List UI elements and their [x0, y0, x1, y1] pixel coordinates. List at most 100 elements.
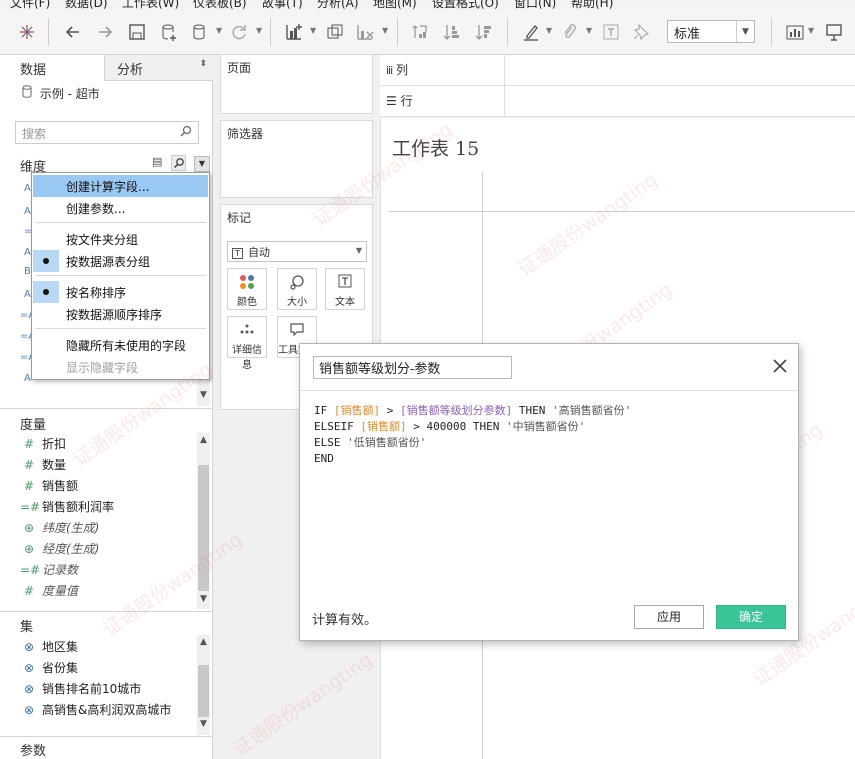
size-button[interactable]: 大小 — [277, 268, 317, 310]
measure-field[interactable]: # 数量 — [24, 456, 194, 476]
measures-scrollbar[interactable]: ▲ ▼ — [197, 433, 210, 609]
pages-card[interactable]: 页面 — [220, 54, 373, 114]
new-worksheet-caret-icon[interactable]: ▼ — [310, 26, 316, 35]
filters-card[interactable]: 筛选器 — [220, 120, 373, 198]
redo-icon[interactable] — [92, 19, 118, 45]
highlight-icon[interactable] — [518, 19, 544, 45]
group-caret-icon[interactable]: ▼ — [586, 26, 592, 35]
menu-item-group-by-folder[interactable]: 按文件夹分组 — [33, 228, 208, 250]
apply-button[interactable]: 应用 — [634, 605, 704, 629]
presentation-icon[interactable] — [821, 19, 847, 45]
columns-shelf-label: iii 列 — [386, 63, 409, 77]
measure-field[interactable]: ⊕ 经度(生成) — [24, 540, 194, 560]
set-field[interactable]: ⊗ 省份集 — [24, 659, 194, 679]
dimensions-scrollbar[interactable]: ▼ — [197, 378, 210, 406]
find-field-icon[interactable] — [171, 155, 186, 171]
duplicate-icon[interactable] — [322, 19, 348, 45]
tableau-logo-icon[interactable] — [14, 19, 40, 45]
set-field[interactable]: ⊗ 地区集 — [24, 638, 194, 658]
measure-field[interactable]: # 折扣 — [24, 435, 194, 455]
sheet-title[interactable]: 工作表 15 — [392, 134, 479, 161]
columns-shelf[interactable]: iii 列 — [380, 55, 855, 86]
undo-icon[interactable] — [60, 19, 86, 45]
validation-status: 计算有效。 — [312, 613, 378, 628]
show-me-caret-icon[interactable]: ▼ — [808, 26, 814, 35]
menu-file[interactable]: 文件(F) — [10, 0, 50, 10]
scroll-up-icon[interactable]: ▲ — [197, 637, 210, 651]
menu-worksheet[interactable]: 工作表(W) — [122, 0, 179, 10]
menu-separator — [35, 328, 206, 329]
menu-dashboard[interactable]: 仪表板(B) — [193, 0, 247, 10]
scroll-down-icon[interactable]: ▼ — [197, 390, 210, 404]
show-me-icon[interactable] — [782, 19, 808, 45]
highlight-caret-icon[interactable]: ▼ — [546, 26, 552, 35]
clear-caret-icon[interactable]: ▼ — [382, 26, 388, 35]
menu-item-create-parameter[interactable]: 创建参数... — [33, 197, 208, 219]
axis-line — [389, 211, 855, 212]
menu-item-sort-by-name[interactable]: 按名称排序 — [33, 281, 208, 303]
ok-button[interactable]: 确定 — [716, 605, 786, 629]
menu-analysis[interactable]: 分析(A) — [317, 0, 359, 10]
measure-field[interactable]: =# 记录数 — [20, 561, 190, 581]
new-datasource-icon[interactable] — [156, 19, 182, 45]
scroll-down-icon[interactable]: ▼ — [197, 719, 210, 733]
group-icon[interactable] — [556, 19, 582, 45]
menu-item-hide-unused-fields[interactable]: 隐藏所有未使用的字段 — [33, 334, 208, 356]
swap-icon[interactable] — [407, 19, 433, 45]
menu-help[interactable]: 帮助(H) — [571, 0, 613, 10]
scroll-thumb[interactable] — [198, 665, 209, 717]
datasource-caret-icon[interactable]: ▼ — [216, 26, 222, 35]
mark-type-select[interactable]: T 自动 ▼ — [227, 241, 367, 262]
refresh-caret-icon[interactable]: ▼ — [256, 26, 262, 35]
calculation-name-input[interactable] — [313, 356, 512, 379]
menu-format[interactable]: 设置格式(O) — [432, 0, 499, 10]
formula-editor[interactable]: IF [销售额] > [销售额等级划分参数] THEN '高销售额省份' ELS… — [314, 403, 631, 467]
menu-item-create-calculated-field[interactable]: 创建计算字段... — [33, 175, 208, 197]
measure-field[interactable]: # 销售额 — [24, 477, 194, 497]
scroll-down-icon[interactable]: ▼ — [197, 594, 210, 608]
search-input[interactable]: 搜索 — [15, 121, 199, 144]
abc-icon: A — [24, 206, 31, 217]
sort-asc-icon[interactable] — [439, 19, 465, 45]
menu-window[interactable]: 窗口(N) — [514, 0, 556, 10]
text-button[interactable]: 文本 — [325, 268, 365, 310]
clear-icon[interactable] — [352, 19, 378, 45]
calc-number-icon: =# — [20, 500, 41, 514]
menu-item-group-by-table[interactable]: 按数据源表分组 — [33, 250, 208, 272]
pin-icon[interactable] — [628, 19, 654, 45]
new-worksheet-icon[interactable] — [281, 19, 307, 45]
scroll-up-icon[interactable]: ▲ — [197, 435, 210, 449]
labels-icon[interactable] — [598, 19, 624, 45]
dimensions-menu-button[interactable]: ▼ — [194, 156, 210, 172]
tab-data[interactable]: 数据 — [0, 55, 104, 81]
tab-analysis[interactable]: 分析 ⬍ — [104, 55, 213, 81]
toolbar-separator — [507, 18, 508, 46]
menu-item-sort-by-source-order[interactable]: 按数据源顺序排序 — [33, 303, 208, 325]
close-icon[interactable] — [770, 356, 790, 376]
set-field[interactable]: ⊗ 高销售&高利润双高城市 — [24, 701, 194, 721]
set-icon: ⊗ — [24, 682, 35, 696]
menu-data[interactable]: 数据(D) — [65, 0, 108, 10]
datasource-item[interactable]: 示例 - 超市 — [22, 85, 100, 102]
datasource-icon[interactable] — [186, 19, 212, 45]
divider — [0, 736, 212, 737]
menu-story[interactable]: 故事(T) — [262, 0, 303, 10]
fit-select[interactable]: 标准 ▼ — [667, 20, 755, 43]
sets-scrollbar[interactable]: ▲ ▼ — [197, 635, 210, 735]
menu-map[interactable]: 地图(M) — [373, 0, 417, 10]
measure-field[interactable]: # 度量值 — [24, 582, 194, 602]
color-button[interactable]: 颜色 — [227, 268, 267, 310]
toolbar-separator — [397, 18, 398, 46]
data-pane: 数据 分析 ⬍ 示例 - 超市 搜索 维度 ▤ A A = A B A =A =… — [0, 55, 213, 759]
abc-icon: A — [24, 289, 31, 300]
refresh-icon[interactable] — [226, 19, 252, 45]
save-icon[interactable] — [124, 19, 150, 45]
detail-button[interactable]: 详细信息 — [227, 316, 267, 371]
rows-shelf[interactable]: ☰ 行 — [380, 86, 855, 117]
sort-desc-icon[interactable] — [471, 19, 497, 45]
view-toggle-icon[interactable]: ▤ — [152, 155, 162, 168]
measure-field[interactable]: ⊕ 纬度(生成) — [24, 519, 194, 539]
scroll-thumb[interactable] — [198, 465, 209, 591]
set-field[interactable]: ⊗ 销售排名前10城市 — [24, 680, 194, 700]
measure-field[interactable]: =# 销售额利润率 — [20, 498, 190, 518]
